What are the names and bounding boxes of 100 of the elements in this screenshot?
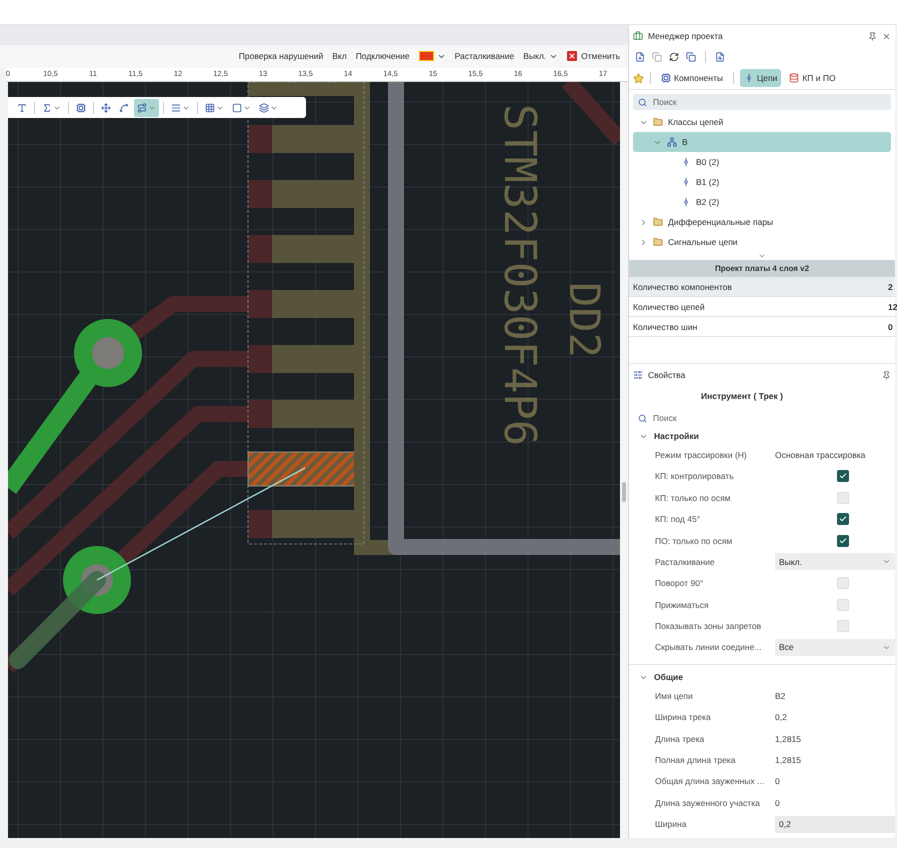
new-file-icon[interactable] — [635, 52, 645, 62]
property-value: 1,2815 — [775, 755, 802, 766]
panel-title: Менеджер проекта — [648, 31, 724, 42]
table-cell-text: Количество цепей — [632, 302, 706, 312]
property-label: Общая длина зауженных ... — [655, 776, 766, 786]
checkbox[interactable] — [837, 534, 849, 547]
property-label: КП: контролировать — [655, 471, 735, 482]
property-label: Длина трека — [655, 734, 706, 744]
property-label: Ширина — [655, 819, 688, 830]
panel-tab[interactable]: Компоненты — [657, 69, 727, 88]
square-icon — [232, 102, 242, 113]
tool-button[interactable] — [134, 98, 159, 117]
property-label: Скрывать линии соедине... — [655, 642, 762, 652]
star-icon[interactable] — [633, 72, 644, 84]
tree-label: Классы цепей — [668, 117, 724, 128]
refresh-icon[interactable] — [669, 52, 679, 62]
trace — [562, 82, 620, 146]
chevron-right-icon — [639, 218, 648, 227]
table-cell-text: 2 — [887, 282, 894, 292]
property-dropdown[interactable]: Все — [775, 638, 895, 656]
tree-item[interactable]: B2 (2) — [633, 192, 891, 212]
pin-icon[interactable] — [882, 370, 891, 380]
briefcase-icon — [633, 31, 643, 42]
section-header[interactable]: Общие — [629, 669, 895, 686]
designator-label: DD2 — [560, 282, 609, 358]
search-icon — [638, 98, 647, 107]
tree-item[interactable]: B1 (2) — [633, 172, 891, 192]
property-label: Ширина трека — [655, 712, 712, 722]
sigma-icon — [42, 102, 52, 113]
pin-icon[interactable] — [868, 32, 877, 41]
panel-tab[interactable]: Цепи — [740, 69, 782, 88]
grid-icon — [205, 102, 215, 113]
property-value: B2 — [775, 690, 786, 701]
panel-tab[interactable]: КП и ПО — [785, 69, 840, 88]
tree-label: Сигнальные цепи — [668, 237, 738, 248]
cancel-button[interactable]: Отменить — [567, 51, 620, 62]
table-header: Проект платы 4 слоя v2 — [629, 260, 895, 278]
tree-label: B2 (2) — [696, 197, 720, 208]
tree-item[interactable]: B — [633, 132, 891, 152]
tree-label: B1 (2) — [696, 177, 720, 188]
property-label: Поворот 90° — [655, 578, 704, 588]
table-cell-text: Количество шин — [632, 322, 698, 332]
tree-label: B0 (2) — [696, 157, 720, 168]
property-label: КП: только по осям — [655, 492, 732, 503]
property-label: Режим трассировки (H) — [655, 450, 748, 460]
layers-icon — [259, 102, 269, 113]
tree-item[interactable]: Классы цепей — [633, 112, 891, 132]
chevron-right-icon — [639, 238, 648, 247]
property-label: Расталкивание — [655, 556, 716, 567]
folder-icon — [653, 237, 663, 248]
toolbar-label: Проверка нарушений — [238, 51, 324, 62]
search-box[interactable]: Поиск — [633, 94, 891, 110]
toolbar-label: Подключение — [356, 51, 410, 62]
toolbar-label: Расталкивание — [454, 51, 514, 62]
chip-icon — [661, 73, 671, 84]
tree-item[interactable]: Дифференциальные пары — [633, 212, 891, 232]
property-input[interactable]: 0,2 — [775, 816, 895, 833]
property-value: 1,2815 — [775, 734, 802, 744]
property-dropdown[interactable]: Выкл. — [775, 553, 895, 570]
stack-icon — [789, 73, 800, 84]
chip-icon — [76, 102, 86, 113]
tree-item[interactable]: Сигнальные цепи — [633, 232, 891, 252]
copy-icon[interactable] — [686, 52, 696, 62]
table-cell-text: Количество компонентов — [632, 282, 733, 292]
property-value: 0 — [775, 798, 781, 808]
property-label: КП: под 45° — [655, 514, 702, 524]
checkbox[interactable] — [837, 470, 849, 482]
close-icon[interactable] — [882, 32, 891, 41]
move-icon — [101, 102, 111, 113]
mode-dropdown[interactable]: Выкл. — [523, 51, 558, 62]
tool-title: Инструмент ( Трек ) — [700, 390, 784, 404]
folder-icon — [653, 117, 663, 128]
property-label: Прижиматься — [655, 600, 710, 610]
table-cell-text: 0 — [887, 322, 894, 332]
property-label: Имя цепи — [655, 690, 694, 701]
checkbox[interactable] — [837, 513, 849, 526]
search-field[interactable]: Поиск — [653, 97, 833, 108]
text-icon — [17, 102, 27, 113]
tree-item[interactable]: B0 (2) — [633, 152, 891, 172]
search-icon — [638, 414, 647, 423]
panel-title: Свойства — [648, 370, 686, 380]
property-value: 0,2 — [775, 712, 788, 722]
sliders-icon — [633, 370, 643, 380]
check-icon — [839, 536, 847, 545]
part-number-label: STM32F030F4P6 — [494, 104, 545, 449]
tree-label: Дифференциальные пары — [668, 217, 774, 228]
curve-icon — [119, 102, 129, 113]
property-label: Полная длина трека — [655, 755, 736, 766]
network-icon — [667, 137, 677, 148]
property-value: 0 — [775, 776, 781, 786]
property-value: Основная трассировка — [775, 450, 866, 460]
search-field[interactable]: Поиск — [653, 413, 833, 424]
color-dropdown[interactable] — [418, 51, 446, 62]
section-header[interactable]: Настройки — [629, 428, 895, 444]
check-icon — [839, 472, 847, 480]
file-search-icon[interactable] — [715, 52, 725, 62]
property-label: Показывать зоны запретов — [655, 621, 762, 632]
close-icon — [567, 51, 578, 62]
route-icon — [137, 102, 147, 113]
property-label: ПО: только по осям — [655, 536, 734, 546]
